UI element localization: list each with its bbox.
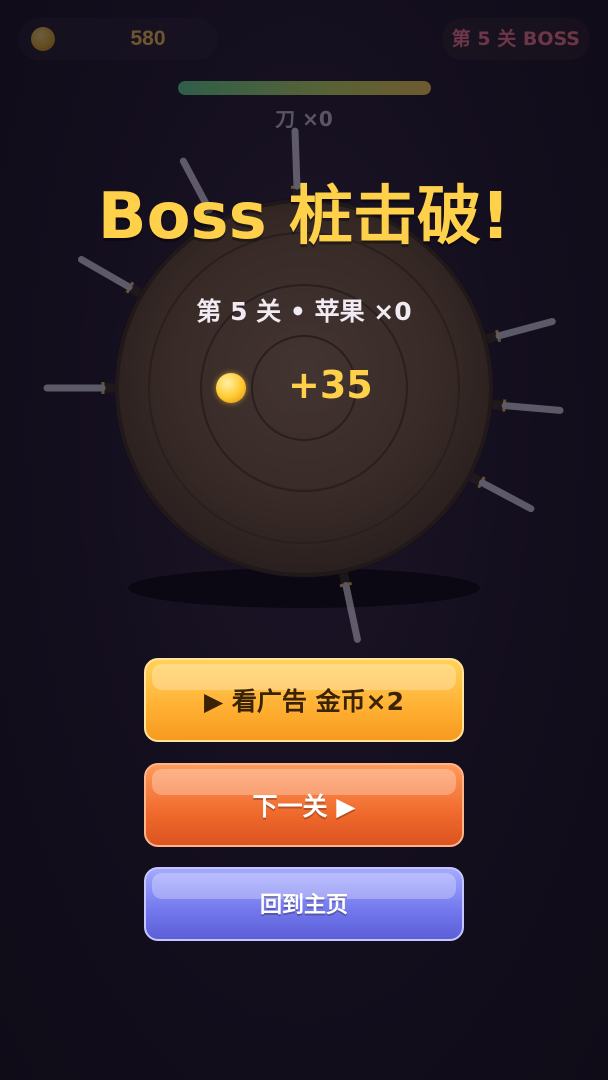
watch-ad-label: ▶ 看广告 金币×2 <box>204 687 404 716</box>
level-badge: 第 5 关 BOSS <box>441 18 590 60</box>
knife-blade <box>478 479 535 513</box>
knife-blade <box>501 402 564 414</box>
result-title: Boss 桩击破! <box>97 180 511 254</box>
game-screen: 580 第 5 关 BOSS 刀 ×0 Boss 桩击破! 第 5 关 • 苹果… <box>0 0 608 1080</box>
knife-progress-bar <box>178 81 431 95</box>
reward-amount: +35 <box>288 363 373 407</box>
coin-icon <box>216 373 246 403</box>
coin-counter: 580 <box>18 18 218 60</box>
home-label: 回到主页 <box>259 893 348 918</box>
coin-icon <box>31 27 55 51</box>
knife-blade <box>77 256 133 291</box>
next-level-button[interactable]: 下一关 ▶ <box>144 763 464 847</box>
home-button[interactable]: 回到主页 <box>144 867 464 941</box>
knife-progress-fill <box>178 81 431 95</box>
next-level-label: 下一关 ▶ <box>252 792 356 821</box>
watch-ad-double-coins-button[interactable]: ▶ 看广告 金币×2 <box>144 658 464 742</box>
coin-count: 580 <box>130 27 166 50</box>
knife-count: 刀 ×0 <box>275 107 333 131</box>
result-subtitle: 第 5 关 • 苹果 ×0 <box>196 297 412 326</box>
